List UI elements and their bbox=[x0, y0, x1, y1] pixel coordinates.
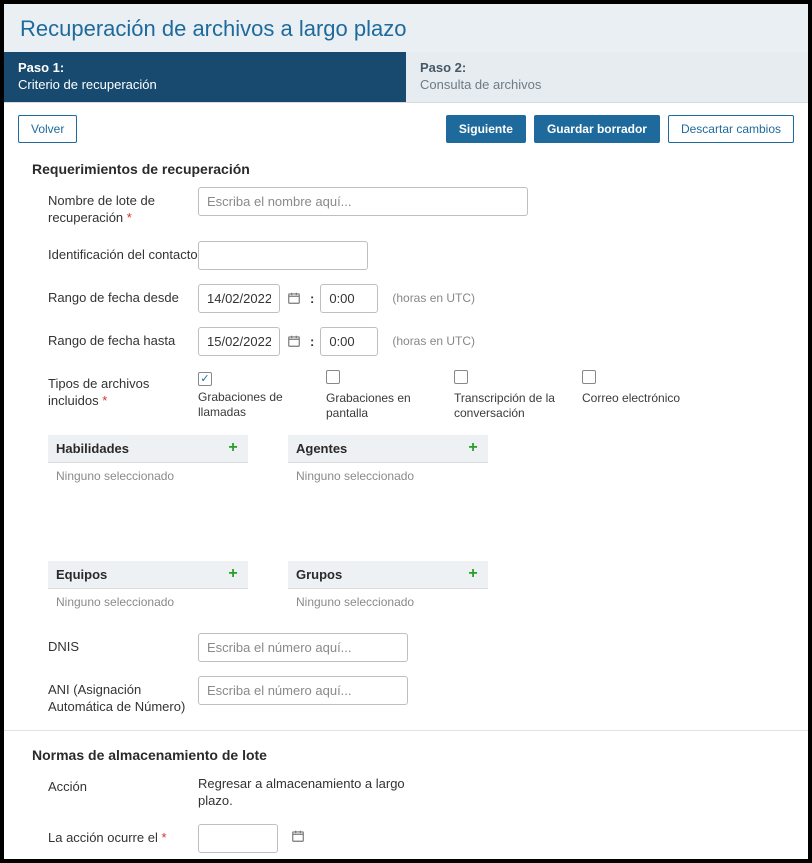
checkbox-transcription[interactable] bbox=[454, 370, 468, 384]
groups-picker: Grupos + Ninguno seleccionado bbox=[288, 561, 488, 615]
date-from-input[interactable] bbox=[198, 284, 280, 313]
next-button[interactable]: Siguiente bbox=[446, 115, 526, 143]
action-date-label: La acción ocurre el * bbox=[48, 824, 198, 847]
utc-note-to: (horas en UTC) bbox=[392, 334, 475, 348]
teams-picker-title: Equipos bbox=[56, 567, 107, 582]
ani-input[interactable] bbox=[198, 676, 408, 705]
checkbox-transcription-label: Transcripción de la conversación bbox=[454, 391, 564, 421]
time-separator: : bbox=[308, 334, 316, 349]
dnis-label: DNIS bbox=[48, 633, 198, 656]
calendar-icon[interactable] bbox=[284, 288, 304, 308]
utc-note-from: (horas en UTC) bbox=[392, 291, 475, 305]
groups-picker-empty: Ninguno seleccionado bbox=[288, 589, 488, 615]
agents-picker-title: Agentes bbox=[296, 441, 347, 456]
batch-name-label: Nombre de lote de recuperación * bbox=[48, 187, 198, 227]
back-button[interactable]: Volver bbox=[18, 115, 77, 143]
contact-id-label: Identificación del contacto bbox=[48, 241, 198, 264]
action-date-input[interactable] bbox=[198, 824, 278, 853]
action-value: Regresar a almacenamiento a largo plazo. bbox=[198, 773, 438, 810]
action-label: Acción bbox=[48, 773, 198, 796]
checkbox-email[interactable] bbox=[582, 370, 596, 384]
agents-picker-empty: Ninguno seleccionado bbox=[288, 463, 488, 553]
groups-picker-title: Grupos bbox=[296, 567, 342, 582]
save-draft-button[interactable]: Guardar borrador bbox=[534, 115, 660, 143]
checkbox-screen-recordings[interactable] bbox=[326, 370, 340, 384]
step-2[interactable]: Paso 2: Consulta de archivos bbox=[406, 52, 808, 102]
file-types-label: Tipos de archivos incluidos * bbox=[48, 370, 198, 410]
page-title: Recuperación de archivos a largo plazo bbox=[20, 16, 792, 42]
step-1[interactable]: Paso 1: Criterio de recuperación bbox=[4, 52, 406, 102]
checkbox-screen-recordings-label: Grabaciones en pantalla bbox=[326, 391, 436, 421]
date-from-label: Rango de fecha desde bbox=[48, 284, 198, 307]
date-to-input[interactable] bbox=[198, 327, 280, 356]
plus-icon[interactable]: + bbox=[466, 567, 480, 581]
teams-picker-empty: Ninguno seleccionado bbox=[48, 589, 248, 615]
time-separator: : bbox=[308, 291, 316, 306]
dnis-input[interactable] bbox=[198, 633, 408, 662]
skills-picker: Habilidades + Ninguno seleccionado bbox=[48, 435, 248, 553]
step-2-sub: Consulta de archivos bbox=[420, 77, 794, 92]
date-to-label: Rango de fecha hasta bbox=[48, 327, 198, 350]
teams-picker: Equipos + Ninguno seleccionado bbox=[48, 561, 248, 615]
checkbox-call-recordings-label: Grabaciones de llamadas bbox=[198, 390, 308, 420]
plus-icon[interactable]: + bbox=[466, 441, 480, 455]
checkbox-call-recordings[interactable] bbox=[198, 372, 212, 386]
calendar-icon[interactable] bbox=[288, 826, 308, 846]
skills-picker-empty: Ninguno seleccionado bbox=[48, 463, 248, 553]
skills-picker-title: Habilidades bbox=[56, 441, 129, 456]
step-2-title: Paso 2: bbox=[420, 60, 794, 75]
time-to-input[interactable] bbox=[320, 327, 378, 356]
step-1-sub: Criterio de recuperación bbox=[18, 77, 392, 92]
agents-picker: Agentes + Ninguno seleccionado bbox=[288, 435, 488, 553]
discard-button[interactable]: Descartar cambios bbox=[668, 115, 794, 143]
section-storage-title: Normas de almacenamiento de lote bbox=[4, 741, 808, 773]
plus-icon[interactable]: + bbox=[226, 567, 240, 581]
contact-id-input[interactable] bbox=[198, 241, 368, 270]
step-1-title: Paso 1: bbox=[18, 60, 392, 75]
plus-icon[interactable]: + bbox=[226, 441, 240, 455]
checkbox-email-label: Correo electrónico bbox=[582, 391, 680, 406]
section-recovery-title: Requerimientos de recuperación bbox=[4, 155, 808, 187]
ani-label: ANI (Asignación Automática de Número) bbox=[48, 676, 198, 716]
time-from-input[interactable] bbox=[320, 284, 378, 313]
calendar-icon[interactable] bbox=[284, 331, 304, 351]
wizard-steps: Paso 1: Criterio de recuperación Paso 2:… bbox=[4, 52, 808, 103]
batch-name-input[interactable] bbox=[198, 187, 528, 216]
